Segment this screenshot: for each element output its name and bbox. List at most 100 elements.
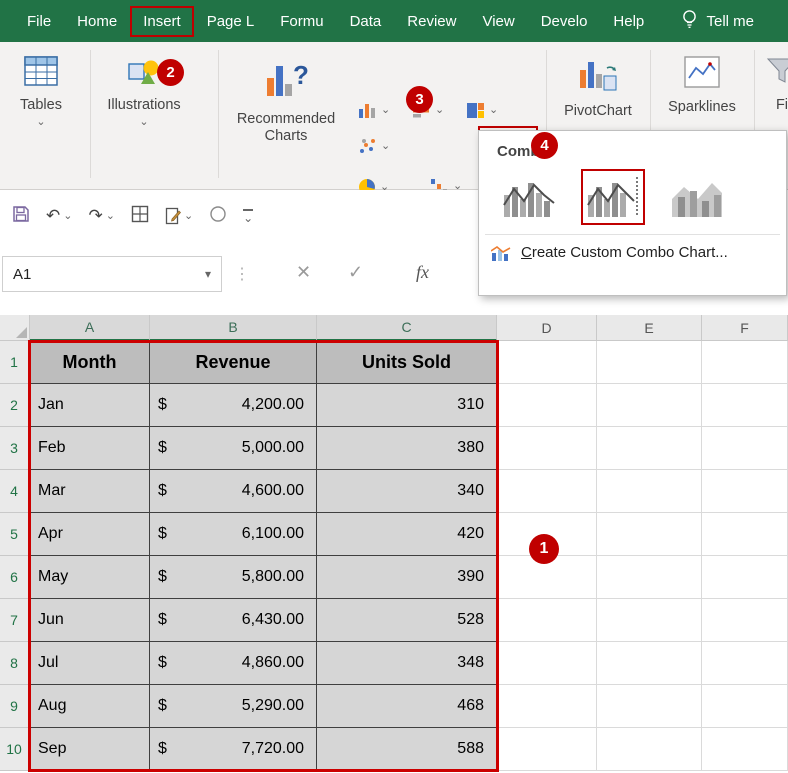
- cell[interactable]: [597, 599, 702, 642]
- cell-month[interactable]: Feb: [30, 427, 150, 470]
- cell-revenue[interactable]: $5,800.00: [150, 556, 317, 599]
- cell[interactable]: [597, 642, 702, 685]
- cell[interactable]: [497, 384, 597, 427]
- column-header-b[interactable]: B: [150, 315, 317, 341]
- cell-revenue[interactable]: $7,720.00: [150, 728, 317, 771]
- cell-revenue[interactable]: $6,100.00: [150, 513, 317, 556]
- select-all-corner[interactable]: [0, 315, 30, 341]
- cell-revenue[interactable]: $5,290.00: [150, 685, 317, 728]
- cell[interactable]: [597, 470, 702, 513]
- cell[interactable]: [702, 599, 788, 642]
- cell-month[interactable]: Jul: [30, 642, 150, 685]
- cell-units[interactable]: 390: [317, 556, 497, 599]
- tell-me[interactable]: Tell me: [681, 9, 788, 33]
- cell[interactable]: [597, 341, 702, 384]
- undo-button[interactable]: ↶⌄: [46, 206, 72, 226]
- row-header-8[interactable]: 8: [0, 642, 30, 685]
- column-header-f[interactable]: F: [702, 315, 788, 341]
- cell[interactable]: [597, 728, 702, 771]
- table-header-cell[interactable]: Month: [30, 341, 150, 384]
- cell-units[interactable]: 310: [317, 384, 497, 427]
- cell-month[interactable]: May: [30, 556, 150, 599]
- column-header-c[interactable]: C: [317, 315, 497, 341]
- cell[interactable]: [597, 427, 702, 470]
- tab-developer[interactable]: Develo: [528, 6, 601, 37]
- cell-units[interactable]: 528: [317, 599, 497, 642]
- cell[interactable]: [702, 556, 788, 599]
- enter-icon[interactable]: ✓: [348, 262, 363, 283]
- tab-file[interactable]: File: [14, 6, 64, 37]
- tab-home[interactable]: Home: [64, 6, 130, 37]
- cell-month[interactable]: Aug: [30, 685, 150, 728]
- tab-review[interactable]: Review: [394, 6, 469, 37]
- table-header-cell[interactable]: Units Sold: [317, 341, 497, 384]
- column-header-e[interactable]: E: [597, 315, 702, 341]
- tab-formulas[interactable]: Formu: [267, 6, 336, 37]
- row-header-7[interactable]: 7: [0, 599, 30, 642]
- cell[interactable]: [702, 470, 788, 513]
- table-header-cell[interactable]: Revenue: [150, 341, 317, 384]
- cancel-icon[interactable]: ✕: [296, 262, 311, 283]
- tab-page-layout[interactable]: Page L: [194, 6, 268, 37]
- cell[interactable]: [497, 341, 597, 384]
- cell-revenue[interactable]: $5,000.00: [150, 427, 317, 470]
- filters-group[interactable]: Fi: [762, 56, 788, 114]
- cell[interactable]: [497, 685, 597, 728]
- cell-units[interactable]: 380: [317, 427, 497, 470]
- row-header-10[interactable]: 10: [0, 728, 30, 771]
- recommended-charts-button[interactable]: ? Recommended Charts: [226, 58, 346, 144]
- tables-button[interactable]: Tables ⌄: [4, 56, 78, 128]
- sparklines-group[interactable]: Sparklines: [656, 56, 748, 116]
- cell[interactable]: [702, 642, 788, 685]
- cell-revenue[interactable]: $6,430.00: [150, 599, 317, 642]
- cell[interactable]: [597, 685, 702, 728]
- insert-function-button[interactable]: fx: [416, 262, 429, 283]
- cell[interactable]: [702, 685, 788, 728]
- cell[interactable]: [497, 427, 597, 470]
- cell-units[interactable]: 340: [317, 470, 497, 513]
- tab-data[interactable]: Data: [337, 6, 395, 37]
- cell[interactable]: [702, 384, 788, 427]
- insert-scatter-chart-button[interactable]: ⌄: [358, 138, 390, 155]
- column-header-d[interactable]: D: [497, 315, 597, 341]
- insert-hierarchy-chart-button[interactable]: ⌄: [466, 102, 498, 119]
- cell-units[interactable]: 468: [317, 685, 497, 728]
- name-box-caret-icon[interactable]: ▾: [195, 267, 221, 281]
- cell[interactable]: [702, 513, 788, 556]
- row-header-5[interactable]: 5: [0, 513, 30, 556]
- create-custom-combo-chart-item[interactable]: Create Custom Combo Chart...: [479, 235, 786, 261]
- cell-month[interactable]: Jan: [30, 384, 150, 427]
- cell-units[interactable]: 588: [317, 728, 497, 771]
- cell[interactable]: [497, 642, 597, 685]
- cell[interactable]: [702, 341, 788, 384]
- cell[interactable]: [702, 728, 788, 771]
- combo-clustered-column-line-secondary-axis-option[interactable]: [581, 169, 645, 225]
- tab-help[interactable]: Help: [600, 6, 657, 37]
- tab-view[interactable]: View: [469, 6, 527, 37]
- cell-month[interactable]: Sep: [30, 728, 150, 771]
- row-header-4[interactable]: 4: [0, 470, 30, 513]
- row-header-3[interactable]: 3: [0, 427, 30, 470]
- customize-qat-icon[interactable]: ⌄: [243, 209, 253, 224]
- cell-month[interactable]: Jun: [30, 599, 150, 642]
- insert-column-chart-button[interactable]: ⌄: [358, 102, 390, 119]
- cell[interactable]: [497, 728, 597, 771]
- circle-tool-icon[interactable]: [209, 205, 227, 228]
- row-header-6[interactable]: 6: [0, 556, 30, 599]
- cell[interactable]: [497, 599, 597, 642]
- grid-view-icon[interactable]: [131, 205, 149, 228]
- tab-insert[interactable]: Insert: [130, 6, 194, 37]
- row-header-9[interactable]: 9: [0, 685, 30, 728]
- cell-revenue[interactable]: $4,200.00: [150, 384, 317, 427]
- row-header-2[interactable]: 2: [0, 384, 30, 427]
- row-header-1[interactable]: 1: [0, 341, 30, 384]
- cell-revenue[interactable]: $4,860.00: [150, 642, 317, 685]
- cell[interactable]: [597, 384, 702, 427]
- combo-stacked-area-column-option[interactable]: [665, 169, 729, 225]
- pivotchart-button[interactable]: PivotChart: [552, 56, 644, 120]
- redo-button[interactable]: ↷⌄: [88, 206, 114, 226]
- cell-month[interactable]: Mar: [30, 470, 150, 513]
- edit-mode-button[interactable]: ⌄: [165, 207, 193, 225]
- cell[interactable]: [702, 427, 788, 470]
- cell-units[interactable]: 348: [317, 642, 497, 685]
